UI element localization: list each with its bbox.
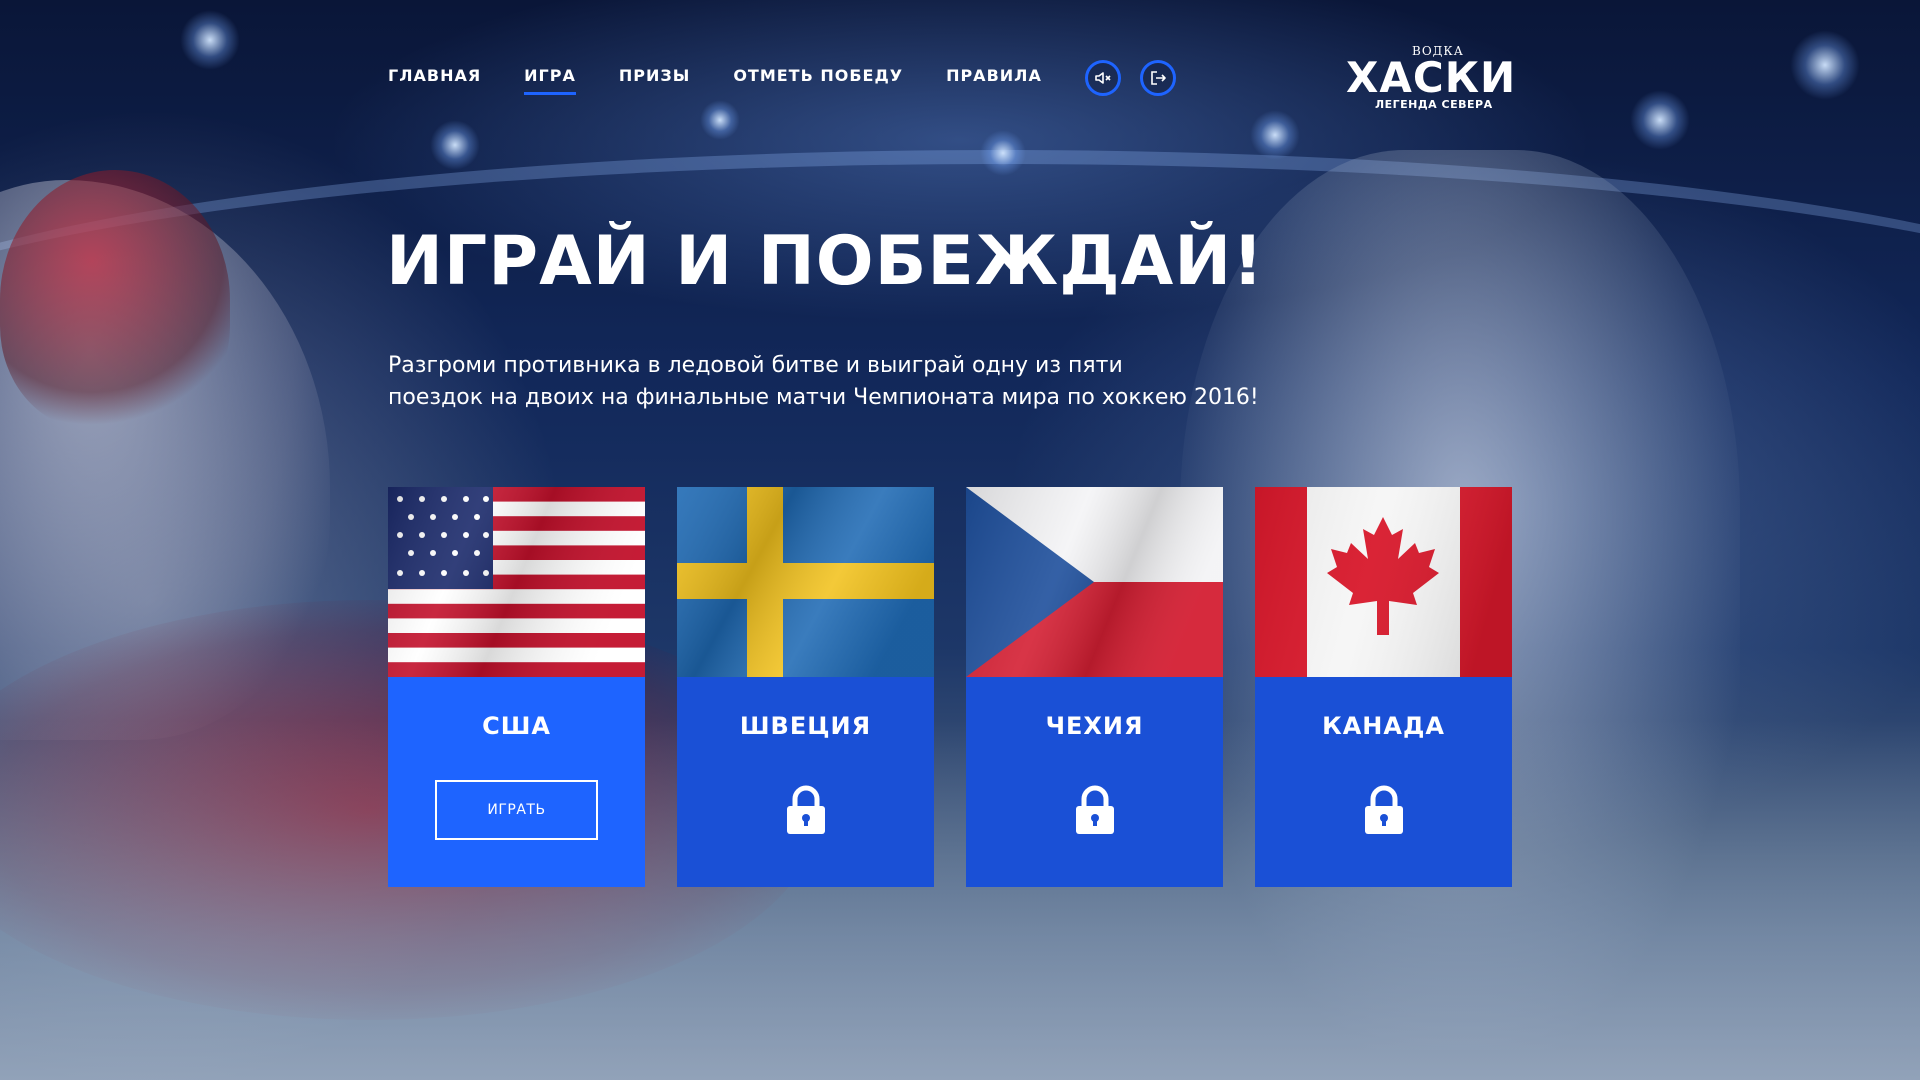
card-body-sweden: ШВЕЦИЯ [677, 677, 934, 887]
hero-subtext-line1: Разгроми противника в ледовой битве и вы… [388, 353, 1123, 378]
lock-icon [787, 785, 825, 834]
nav-item-mark-win[interactable]: ОТМЕТЬ ПОБЕДУ [733, 66, 903, 91]
nav-item-rules[interactable]: ПРАВИЛА [946, 66, 1042, 91]
nav-item-home[interactable]: ГЛАВНАЯ [388, 66, 481, 91]
card-body-czech: ЧЕХИЯ [966, 677, 1223, 887]
country-cards: США ИГРАТЬ ШВЕЦИЯ ЧЕХИЯ КАНАДА [388, 487, 1512, 887]
country-name: США [482, 712, 551, 740]
page-title: ИГРАЙ И ПОБЕЖДАЙ! [386, 222, 1265, 301]
lock-icon [1076, 785, 1114, 834]
country-name: ШВЕЦИЯ [739, 712, 872, 740]
country-card-czech: ЧЕХИЯ [966, 487, 1223, 887]
nav-item-prizes[interactable]: ПРИЗЫ [619, 66, 690, 91]
lock-icon [1365, 785, 1403, 834]
country-card-sweden: ШВЕЦИЯ [677, 487, 934, 887]
country-card-usa: США ИГРАТЬ [388, 487, 645, 887]
logo-sub-text: ЛЕГЕНДА СЕВЕРА [1375, 98, 1493, 111]
mute-button[interactable] [1084, 60, 1121, 96]
czech-flag-image [966, 487, 1223, 677]
country-name: КАНАДА [1322, 712, 1445, 740]
hero-subtext-line2: поездок на двоих на финальные матчи Чемп… [388, 385, 1259, 410]
logout-button[interactable] [1139, 60, 1176, 96]
main-nav: ГЛАВНАЯ ИГРА ПРИЗЫ ОТМЕТЬ ПОБЕДУ ПРАВИЛА [388, 60, 1195, 96]
nav-item-game[interactable]: ИГРА [524, 66, 576, 95]
play-button[interactable]: ИГРАТЬ [435, 780, 598, 840]
speaker-muted-icon [1095, 72, 1111, 84]
card-body-canada: КАНАДА [1255, 677, 1512, 887]
logo-main-text: ХАСКИ [1346, 53, 1517, 102]
logout-icon [1151, 71, 1166, 85]
country-name: ЧЕХИЯ [1045, 712, 1144, 740]
usa-flag-image [388, 487, 645, 677]
sweden-flag-image [677, 487, 934, 677]
hero-subtext: Разгроми противника в ледовой битве и вы… [388, 350, 1388, 414]
canada-flag-image [1255, 487, 1512, 677]
country-card-canada: КАНАДА [1255, 487, 1512, 887]
card-body-usa: США ИГРАТЬ [388, 677, 645, 887]
